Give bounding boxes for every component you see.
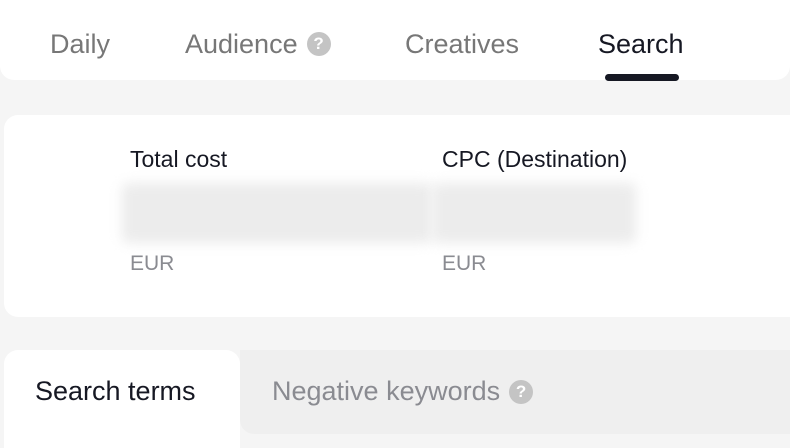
subtab-search-terms[interactable]: Search terms [35, 376, 196, 407]
tab-daily[interactable]: Daily [50, 24, 110, 64]
help-icon[interactable]: ? [509, 379, 534, 404]
active-tab-indicator [605, 74, 679, 81]
tab-creatives-label: Creatives [405, 29, 520, 59]
total-cost-value-redacted [122, 183, 432, 243]
tab-audience[interactable]: Audience ? [185, 24, 331, 64]
metrics-card: Total cost EUR CPC (Destination) EUR [4, 115, 790, 317]
tab-search[interactable]: Search [598, 24, 684, 64]
sub-tab-bar: Search terms Negative keywords ? [0, 350, 790, 448]
total-cost-unit: EUR [130, 252, 175, 275]
subtab-search-terms-label: Search terms [35, 376, 196, 406]
top-tab-bar: Daily Audience ? Creatives Search [0, 0, 790, 81]
tab-search-label: Search [598, 29, 684, 59]
help-icon[interactable]: ? [306, 32, 331, 56]
cpc-destination-unit: EUR [442, 252, 487, 275]
tab-daily-label: Daily [50, 29, 111, 59]
tab-creatives[interactable]: Creatives [405, 24, 519, 64]
subtab-negative-keywords-label: Negative keywords [272, 376, 501, 406]
tab-audience-label: Audience [185, 29, 298, 59]
cpc-destination-value-redacted [432, 183, 636, 243]
total-cost-label: Total cost [130, 146, 228, 172]
subtab-negative-keywords[interactable]: Negative keywords ? [272, 376, 534, 407]
cpc-destination-label: CPC (Destination) [442, 146, 628, 172]
